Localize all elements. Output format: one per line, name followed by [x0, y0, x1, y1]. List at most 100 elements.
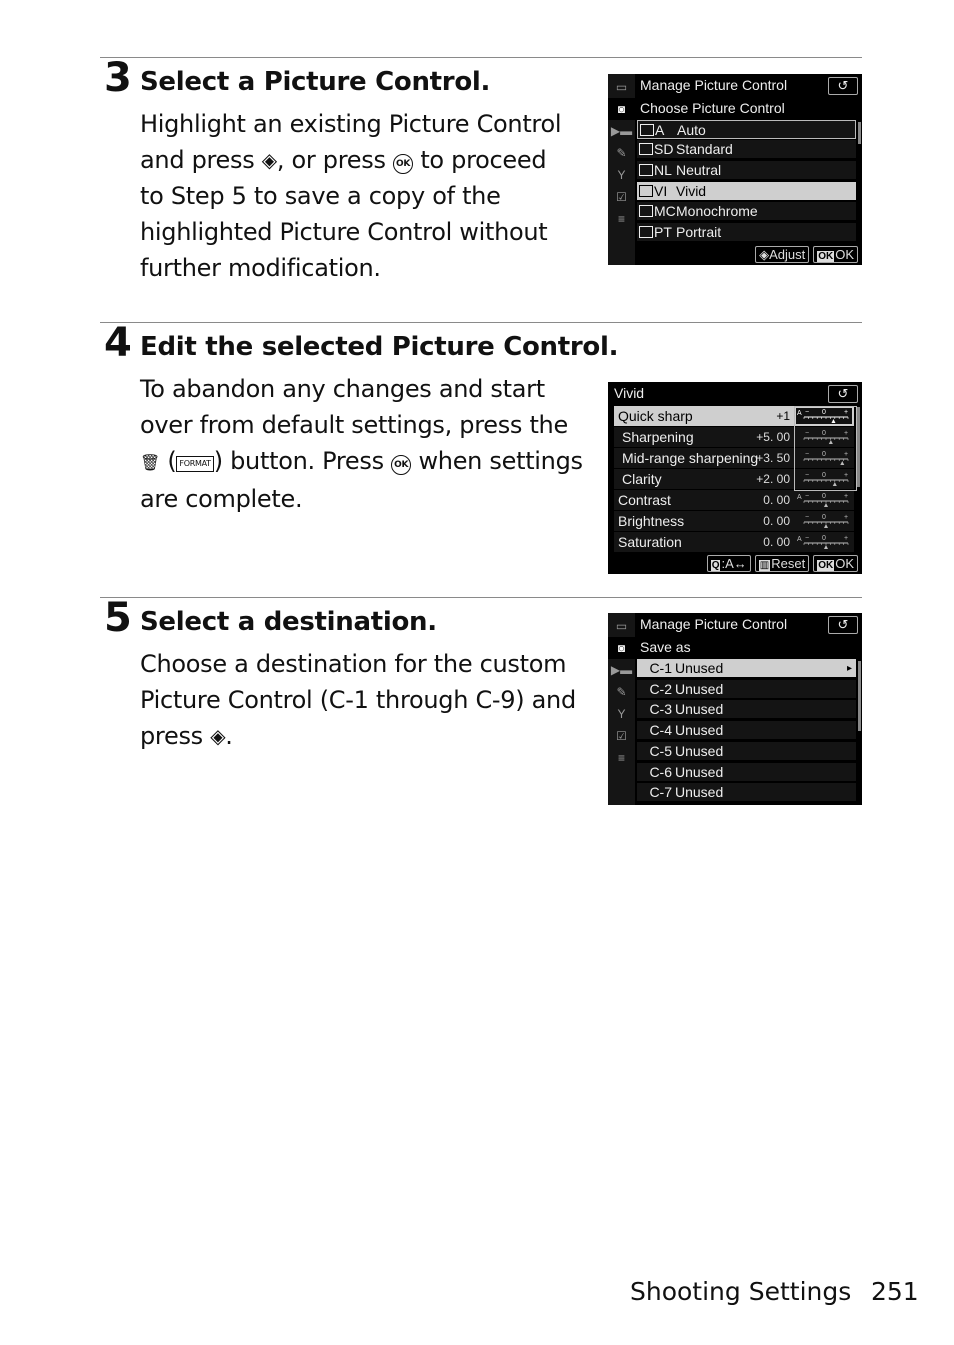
- step-number: 5: [104, 595, 132, 641]
- zoom-hint: Q:A↔: [706, 555, 751, 572]
- picture-control-item-vivid[interactable]: VI Vivid: [637, 182, 856, 201]
- setting-value: +1: [776, 409, 790, 423]
- step-title: Edit the selected Picture Control.: [140, 332, 619, 362]
- setting-gauge[interactable]: A − 0 +: [796, 492, 852, 508]
- body-line: and press ◈, or press OK to proceed: [140, 142, 590, 178]
- ok-button-icon: OK: [391, 455, 412, 475]
- picture-control-icon: [639, 185, 653, 197]
- ok-button-icon: OK: [817, 251, 835, 262]
- save-slot-c-1[interactable]: C-1 Unused ▸: [637, 659, 856, 678]
- save-slot-c-3[interactable]: C-3 Unused: [637, 700, 856, 720]
- setting-gauge[interactable]: − 0 +: [796, 513, 852, 529]
- gauge-minus: −: [805, 493, 809, 500]
- page-number: 251: [871, 1277, 919, 1306]
- slot-label: Unused: [675, 763, 724, 780]
- back-icon[interactable]: ↺: [828, 77, 858, 95]
- gauge-plus: +: [844, 493, 848, 500]
- picture-control-item-portrait[interactable]: PT Portrait: [637, 223, 856, 242]
- body-line: Choose a destination for the custom: [140, 650, 567, 678]
- menu-sidebar: ▭ ◙ ▶▬ ✎ Y ☑ ≡: [608, 613, 635, 805]
- slot-code: C-2: [649, 680, 672, 697]
- back-icon[interactable]: ↺: [828, 385, 858, 403]
- auto-indicator: A: [797, 494, 802, 501]
- playback-menu-icon[interactable]: ▭: [608, 76, 635, 98]
- retouch-menu-icon[interactable]: ☑: [608, 186, 635, 208]
- slot-label: Unused: [675, 701, 724, 718]
- sharpening-group-outline: [794, 406, 857, 491]
- section-name: Shooting Settings: [630, 1277, 852, 1306]
- retouch-menu-icon[interactable]: ☑: [608, 725, 635, 747]
- picture-control-icon: [639, 164, 653, 176]
- slot-code: C-5: [649, 742, 672, 759]
- picture-control-item-auto[interactable]: A Auto: [637, 120, 856, 139]
- ok-hint: OK OK: [813, 246, 858, 263]
- gauge-plus: +: [844, 535, 848, 542]
- custom-settings-icon[interactable]: ✎: [608, 142, 635, 164]
- setup-menu-icon[interactable]: Y: [608, 164, 635, 186]
- back-icon[interactable]: ↺: [828, 616, 858, 634]
- playback-menu-icon[interactable]: ▭: [608, 615, 635, 637]
- movie-shooting-menu-icon[interactable]: ▶▬: [608, 120, 635, 142]
- step-body: Highlight an existing Picture Control an…: [140, 106, 590, 286]
- multi-selector-right-icon: ◈: [261, 148, 277, 172]
- photo-shooting-menu-icon[interactable]: ◙: [608, 98, 635, 120]
- gauge-marker: [824, 545, 828, 549]
- gauge-plus: +: [844, 514, 848, 521]
- body-line: to Step 5 to save a copy of the: [140, 182, 501, 210]
- menu-sidebar: ▭ ◙ ▶▬ ✎ Y ☑ ≡: [608, 74, 635, 265]
- body-line: further modification.: [140, 254, 381, 282]
- screen-title: Manage Picture Control: [640, 77, 788, 93]
- photo-shooting-menu-icon[interactable]: ◙: [608, 637, 635, 659]
- gauge-marker: [824, 524, 828, 528]
- screen-footer: Q:A↔ ▥ Reset OK OK: [706, 555, 858, 572]
- picture-control-icon: [639, 226, 653, 238]
- setting-row-brightness[interactable]: Brightness 0. 00 − 0 +: [614, 511, 854, 531]
- custom-settings-icon[interactable]: ✎: [608, 681, 635, 703]
- setting-gauge[interactable]: A − 0 +: [796, 534, 852, 550]
- scrollbar[interactable]: [857, 407, 860, 487]
- slot-label: Unused: [675, 722, 724, 739]
- my-menu-icon[interactable]: ≡: [608, 747, 635, 769]
- adjust-hint: ◈Adjust: [755, 246, 810, 263]
- save-slot-c-4[interactable]: C-4 Unused: [637, 721, 856, 741]
- picture-control-icon: [639, 143, 653, 155]
- gauge-minus: −: [805, 514, 809, 521]
- screen-title: Vivid: [614, 385, 645, 401]
- save-slot-c-7[interactable]: C-7 Unused: [637, 783, 856, 803]
- slot-code: C-6: [649, 763, 672, 780]
- setting-row-saturation[interactable]: Saturation 0. 00 A − 0 +: [614, 532, 854, 552]
- slot-label: Unused: [675, 680, 724, 697]
- setting-label: Contrast: [618, 492, 671, 508]
- slot-label: Unused: [675, 784, 724, 801]
- setting-label: Saturation: [618, 534, 682, 550]
- setting-row-contrast[interactable]: Contrast 0. 00 A − 0 +: [614, 490, 854, 510]
- picture-control-item-neutral[interactable]: NL Neutral: [637, 161, 856, 180]
- picture-control-item-standard[interactable]: SD Standard: [637, 140, 856, 159]
- scrollbar[interactable]: [858, 122, 861, 144]
- body-line: Picture Control (C-1 through C-9) and: [140, 686, 576, 714]
- slot-code: C-7: [649, 784, 672, 801]
- save-slot-c-6[interactable]: C-6 Unused: [637, 762, 856, 782]
- gauge-zero: 0: [822, 514, 826, 521]
- scrollbar[interactable]: [858, 661, 861, 731]
- body-line: highlighted Picture Control without: [140, 218, 548, 246]
- my-menu-icon[interactable]: ≡: [608, 208, 635, 230]
- setting-value: +2. 00: [756, 472, 790, 486]
- save-slot-c-2[interactable]: C-2 Unused: [637, 679, 856, 699]
- screen-title: Manage Picture Control: [640, 616, 788, 632]
- movie-shooting-menu-icon[interactable]: ▶▬: [608, 659, 635, 681]
- picture-control-item-monochrome[interactable]: MCMonochrome: [637, 202, 856, 221]
- setting-value: 0. 00: [763, 514, 790, 528]
- body-line: press ◈.: [140, 718, 590, 754]
- body-line: over from default settings, press the: [140, 411, 568, 439]
- screen-subtitle: Save as: [640, 639, 691, 655]
- body-line: To abandon any changes and start: [140, 375, 545, 403]
- setup-menu-icon[interactable]: Y: [608, 703, 635, 725]
- trash-icon: 🗑: [140, 453, 161, 472]
- save-slot-c-5[interactable]: C-5 Unused: [637, 741, 856, 761]
- setting-label: Clarity: [622, 471, 662, 487]
- zoom-button-icon: Q: [710, 560, 721, 571]
- step-number: 3: [104, 55, 132, 101]
- ok-button-icon: OK: [817, 560, 835, 571]
- setting-label: Brightness: [618, 513, 685, 529]
